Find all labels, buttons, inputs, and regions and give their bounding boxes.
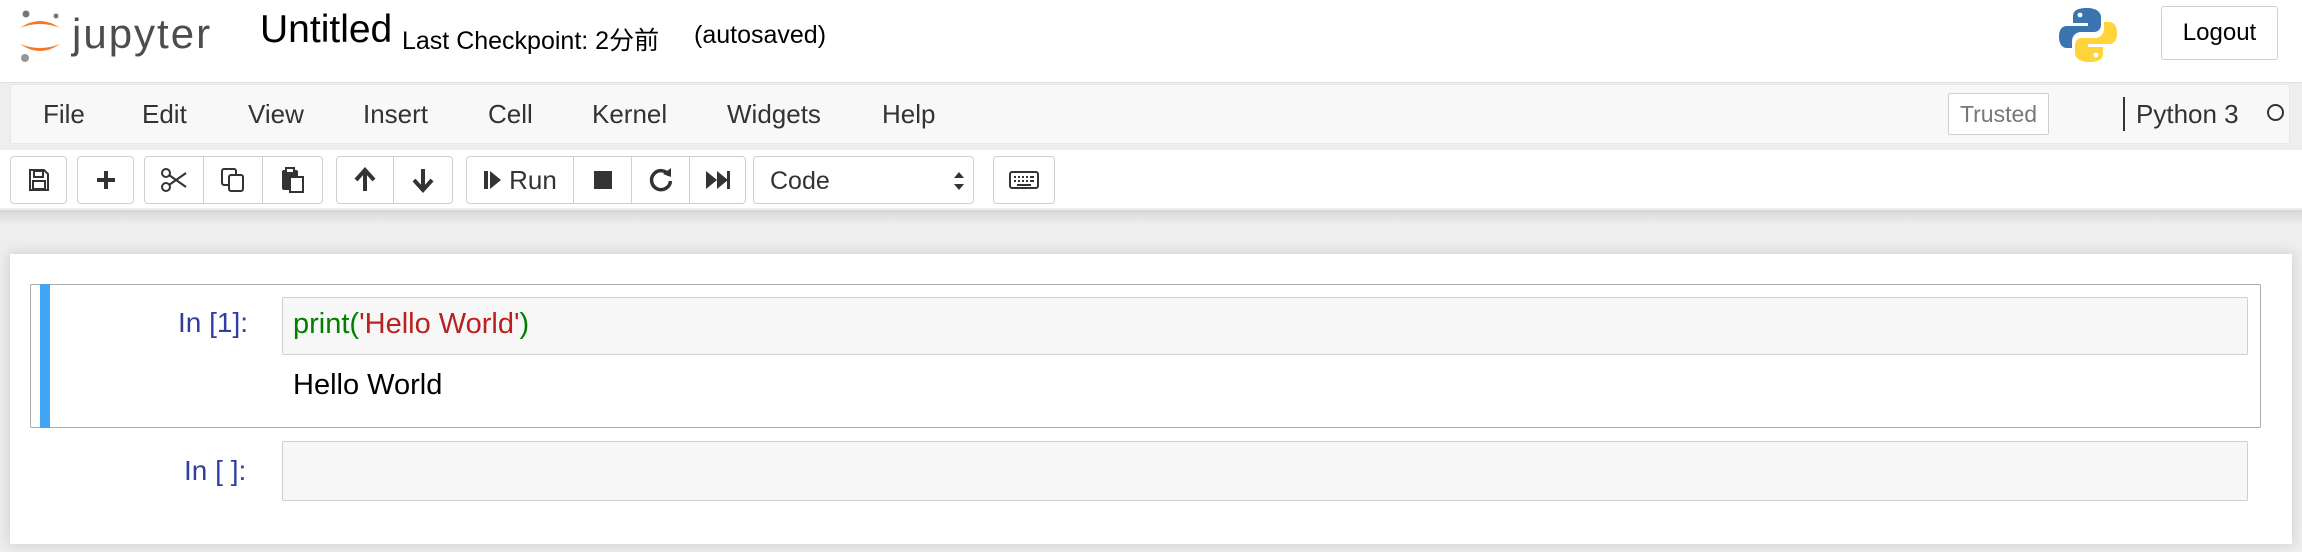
cell-type-select[interactable]: Code [753, 156, 974, 204]
interrupt-button[interactable] [573, 156, 632, 204]
code-input[interactable]: print('Hello World') [282, 297, 2248, 355]
menu-widgets[interactable]: Widgets [727, 99, 821, 130]
menubar: File Edit View Insert Cell Kernel Widget… [10, 84, 2290, 144]
checkpoint-status: Last Checkpoint: 2分前 [402, 27, 660, 55]
run-button[interactable]: Run [466, 156, 574, 204]
insert-cell-button[interactable] [77, 156, 134, 204]
input-prompt: In [ ]: [184, 455, 247, 486]
arrow-up-icon [354, 167, 376, 191]
logout-button[interactable]: Logout [2161, 6, 2278, 60]
cell-output: Hello World [293, 369, 443, 401]
menu-file[interactable]: File [43, 99, 85, 130]
restart-run-all-button[interactable] [689, 156, 746, 204]
code-line: print('Hello World') [293, 308, 529, 341]
command-palette-button[interactable] [993, 156, 1055, 204]
selected-cell-indicator [40, 284, 50, 428]
save-icon [28, 169, 49, 191]
code-string: 'Hello World' [359, 308, 520, 340]
save-button[interactable] [10, 156, 67, 204]
menu-kernel[interactable]: Kernel [592, 99, 667, 130]
step-forward-icon [484, 171, 502, 189]
move-up-button[interactable] [336, 156, 394, 204]
copy-button[interactable] [203, 156, 263, 204]
move-down-button[interactable] [393, 156, 453, 204]
kernel-idle-icon [2267, 104, 2284, 121]
paste-icon [281, 167, 304, 193]
paste-button[interactable] [262, 156, 323, 204]
toolbar: Run Code [0, 150, 2302, 208]
stop-icon [593, 171, 612, 189]
menu-cell[interactable]: Cell [488, 99, 533, 130]
header: jupyter Untitled Last Checkpoint: 2分前 (a… [0, 0, 2302, 83]
toolbar-shadow [0, 210, 2302, 224]
restart-button[interactable] [631, 156, 690, 204]
kernel-separator [2123, 97, 2125, 131]
code-input[interactable] [282, 441, 2248, 501]
code-builtin: print [293, 308, 350, 340]
logo-text: jupyter [72, 10, 213, 57]
jupyter-logo-icon [20, 10, 60, 62]
trusted-indicator[interactable]: Trusted [1948, 93, 2049, 135]
keyboard-icon [1009, 171, 1039, 189]
notebook-title[interactable]: Untitled [260, 8, 392, 52]
menu-edit[interactable]: Edit [142, 99, 187, 130]
restart-icon [649, 168, 672, 192]
menu-view[interactable]: View [248, 99, 304, 130]
input-prompt: In [1]: [178, 307, 249, 338]
select-caret-icon [954, 172, 964, 190]
cell-type-value: Code [770, 167, 830, 195]
python-logo-icon [2058, 6, 2118, 69]
code-paren-close: ) [519, 308, 530, 340]
run-label: Run [509, 164, 557, 195]
menu-help[interactable]: Help [882, 99, 935, 130]
code-paren-open: ( [349, 308, 360, 340]
autosave-status: (autosaved) [694, 21, 827, 49]
scissors-icon [161, 168, 187, 192]
cut-button[interactable] [144, 156, 204, 204]
arrow-down-icon [412, 169, 434, 193]
plus-icon [96, 171, 115, 189]
fast-forward-icon [705, 171, 730, 189]
kernel-name[interactable]: Python 3 [2136, 99, 2239, 130]
copy-icon [221, 168, 244, 192]
menu-insert[interactable]: Insert [363, 99, 428, 130]
